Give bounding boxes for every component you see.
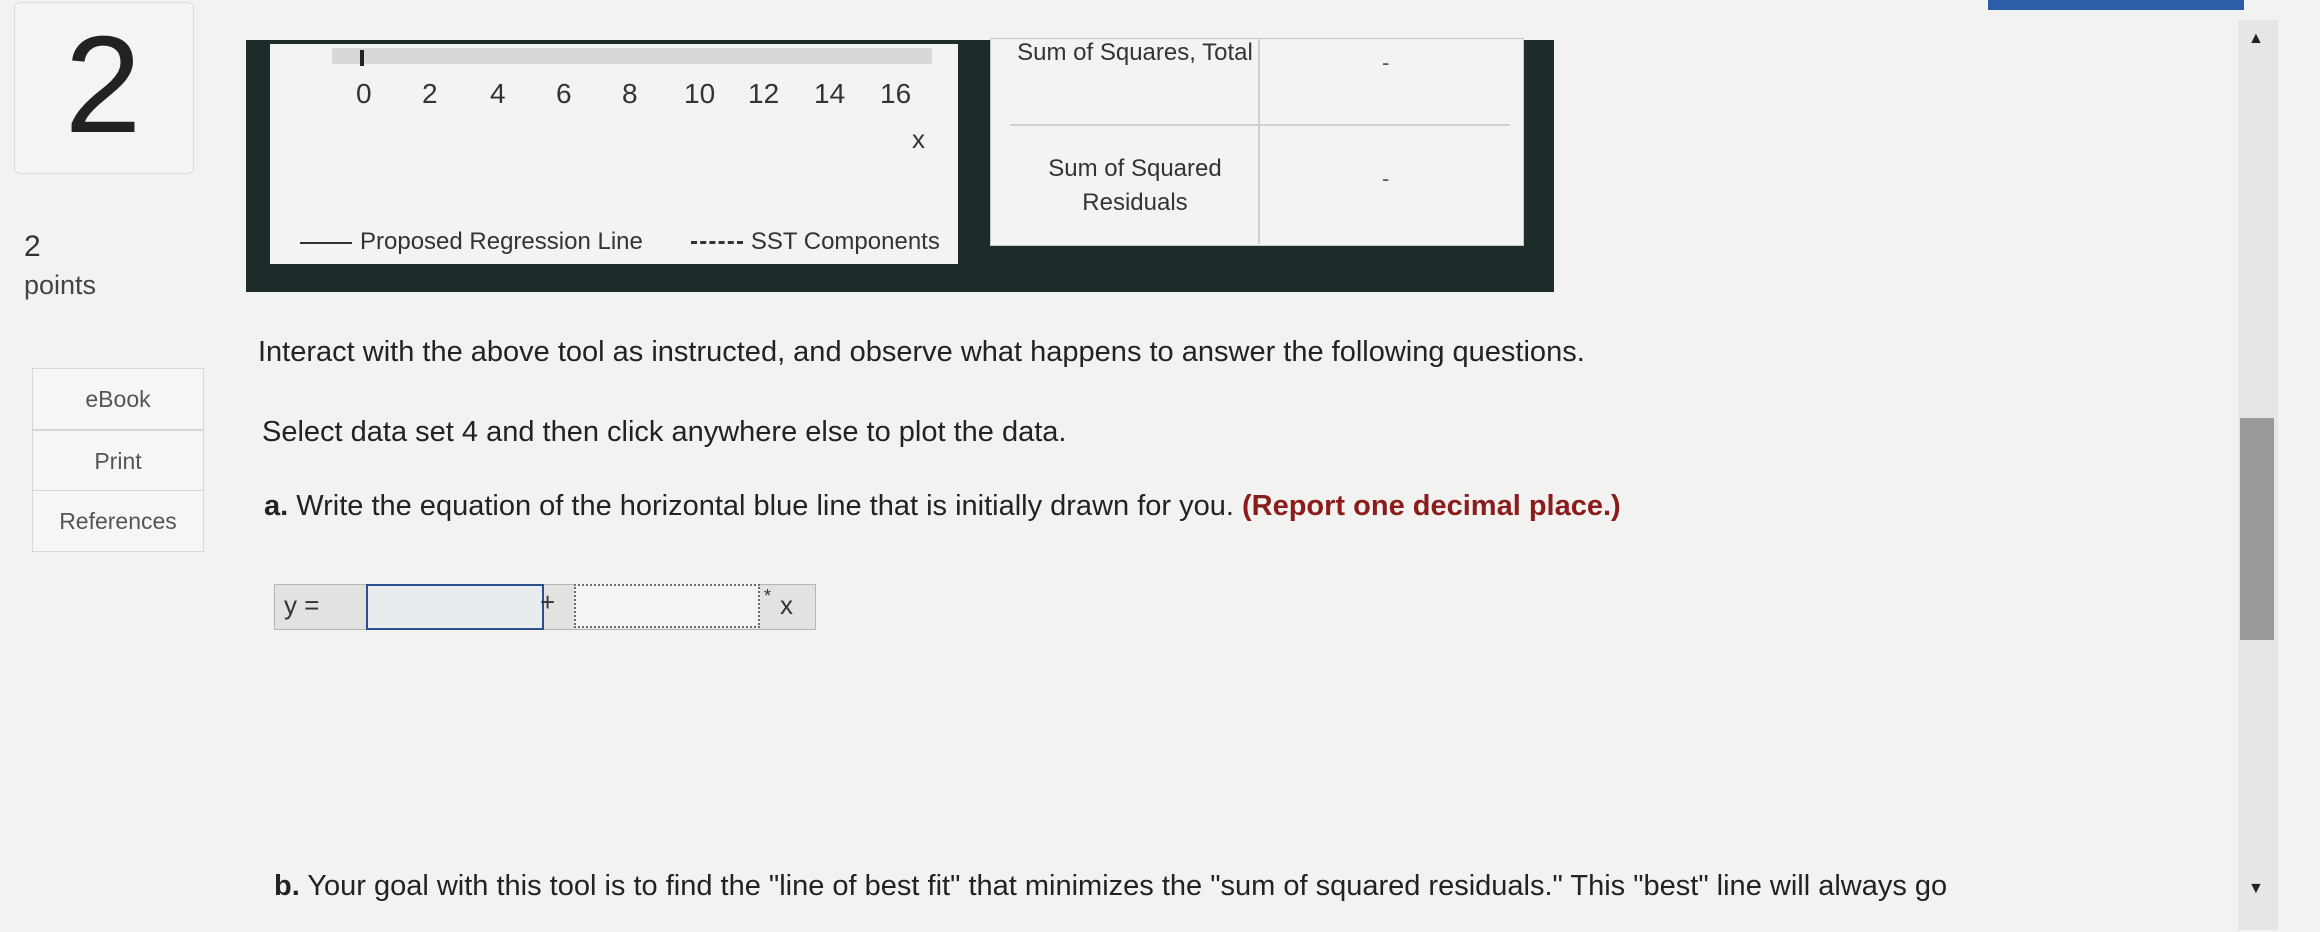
- x-axis-strip: [332, 48, 932, 64]
- x-axis-label: x: [912, 124, 925, 154]
- x-tick: 10: [684, 78, 716, 109]
- x-tick: 0: [356, 78, 372, 109]
- sst-label: Sum of Squares, Total: [1017, 39, 1253, 66]
- legend-sst-components: SST Components: [750, 228, 940, 255]
- table-divider: [1010, 124, 1510, 126]
- references-button[interactable]: References: [32, 490, 204, 552]
- x-tick: 6: [556, 78, 572, 109]
- solid-line-icon: [300, 241, 352, 244]
- scroll-up-icon[interactable]: ▲: [2248, 30, 2264, 48]
- x-tick: 4: [490, 78, 506, 109]
- graph-legend: Proposed Regression Line SST Components: [300, 228, 940, 256]
- equation-y-label: y =: [284, 590, 320, 620]
- print-button[interactable]: Print: [32, 430, 204, 492]
- step-text: Select data set 4 and then click anywher…: [262, 416, 1067, 448]
- question-a-prefix: a.: [264, 490, 289, 522]
- axis-marker: [360, 50, 364, 66]
- header-accent-bar: [1988, 0, 2244, 10]
- dashed-line-icon: [690, 241, 743, 245]
- x-tick: 16: [880, 78, 912, 109]
- x-tick: 12: [748, 78, 780, 109]
- x-tick: 2: [422, 78, 438, 109]
- intercept-input[interactable]: [366, 584, 544, 630]
- legend-regression-line: Proposed Regression Line: [360, 228, 643, 255]
- points-value: 2: [24, 230, 41, 263]
- scroll-down-icon[interactable]: ▼: [2248, 880, 2264, 898]
- question-b: b. Your goal with this tool is to find t…: [274, 870, 1947, 903]
- equation-x: x: [780, 590, 793, 620]
- ssr-label: Sum of Squared Residuals: [1048, 155, 1222, 216]
- question-a-text: Write the equation of the horizontal blu…: [296, 490, 1234, 522]
- ebook-button[interactable]: eBook: [32, 368, 204, 430]
- question-number: 2: [64, 8, 142, 162]
- scrollbar-thumb[interactable]: [2240, 418, 2274, 640]
- sst-value: -: [1382, 50, 1390, 75]
- question-b-prefix: b.: [274, 870, 300, 902]
- slope-input[interactable]: [574, 584, 760, 628]
- question-b-text: Your goal with this tool is to find the …: [307, 870, 1948, 902]
- question-a: a. Write the equation of the horizontal …: [264, 490, 1621, 523]
- equation-times: *: [764, 586, 772, 606]
- equation-plus: +: [540, 587, 556, 617]
- points-label: points: [24, 270, 97, 300]
- intro-text: Interact with the above tool as instruct…: [258, 336, 1585, 368]
- question-a-emphasis: (Report one decimal place.): [1241, 490, 1621, 522]
- ssr-value: -: [1382, 166, 1390, 191]
- x-tick: 14: [814, 78, 846, 109]
- x-tick: 8: [622, 78, 638, 109]
